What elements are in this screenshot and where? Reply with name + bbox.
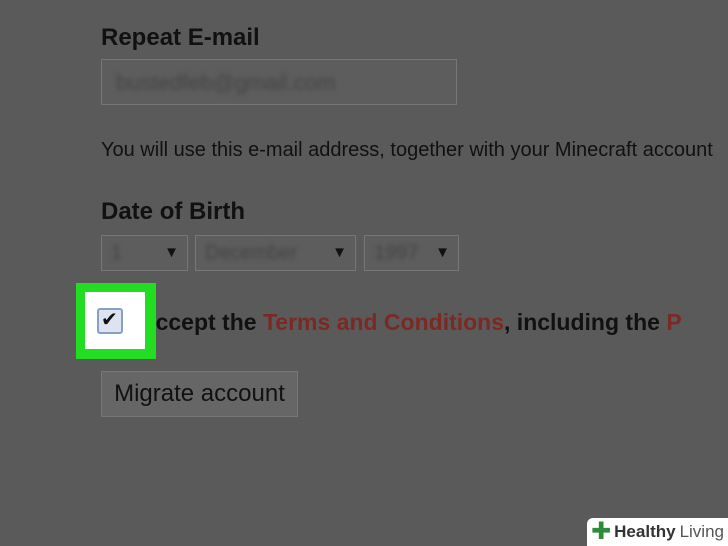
dob-year-select[interactable]: 1997 ▼ (364, 235, 459, 271)
repeat-email-input[interactable]: bustedfeb@gmail.com (101, 59, 457, 105)
repeat-email-value: bustedfeb@gmail.com (116, 70, 336, 95)
chevron-down-icon: ▼ (435, 244, 450, 261)
dob-month-select[interactable]: December ▼ (195, 235, 356, 271)
terms-link[interactable]: Terms and Conditions (263, 309, 504, 335)
email-usage-note: You will use this e-mail address, togeth… (101, 139, 713, 161)
migrate-account-button[interactable]: Migrate account (101, 371, 298, 417)
dob-month-value: December (205, 242, 298, 264)
dob-day-select[interactable]: 1 ▼ (101, 235, 188, 271)
healthy-living-logo: ✚ Healthy Living (587, 518, 728, 546)
accept-terms-checkbox[interactable]: ✔ (97, 308, 123, 334)
date-of-birth-label: Date of Birth (101, 198, 245, 225)
dob-day-value: 1 (111, 242, 123, 264)
accept-middle: , including the (504, 309, 667, 335)
privacy-link[interactable]: P (666, 309, 681, 335)
chevron-down-icon: ▼ (164, 244, 179, 261)
dob-year-value: 1997 (374, 242, 419, 264)
plus-icon: ✚ (591, 518, 612, 545)
migration-form-page: Repeat E-mail bustedfeb@gmail.com You wi… (0, 0, 728, 546)
logo-word-healthy: Healthy (614, 522, 676, 541)
repeat-email-label: Repeat E-mail (101, 24, 260, 51)
checkmark-icon: ✔ (101, 309, 118, 331)
chevron-down-icon: ▼ (332, 244, 347, 261)
terms-acceptance-text: I accept the Terms and Conditions, inclu… (130, 309, 682, 336)
logo-word-living: Living (679, 522, 724, 541)
